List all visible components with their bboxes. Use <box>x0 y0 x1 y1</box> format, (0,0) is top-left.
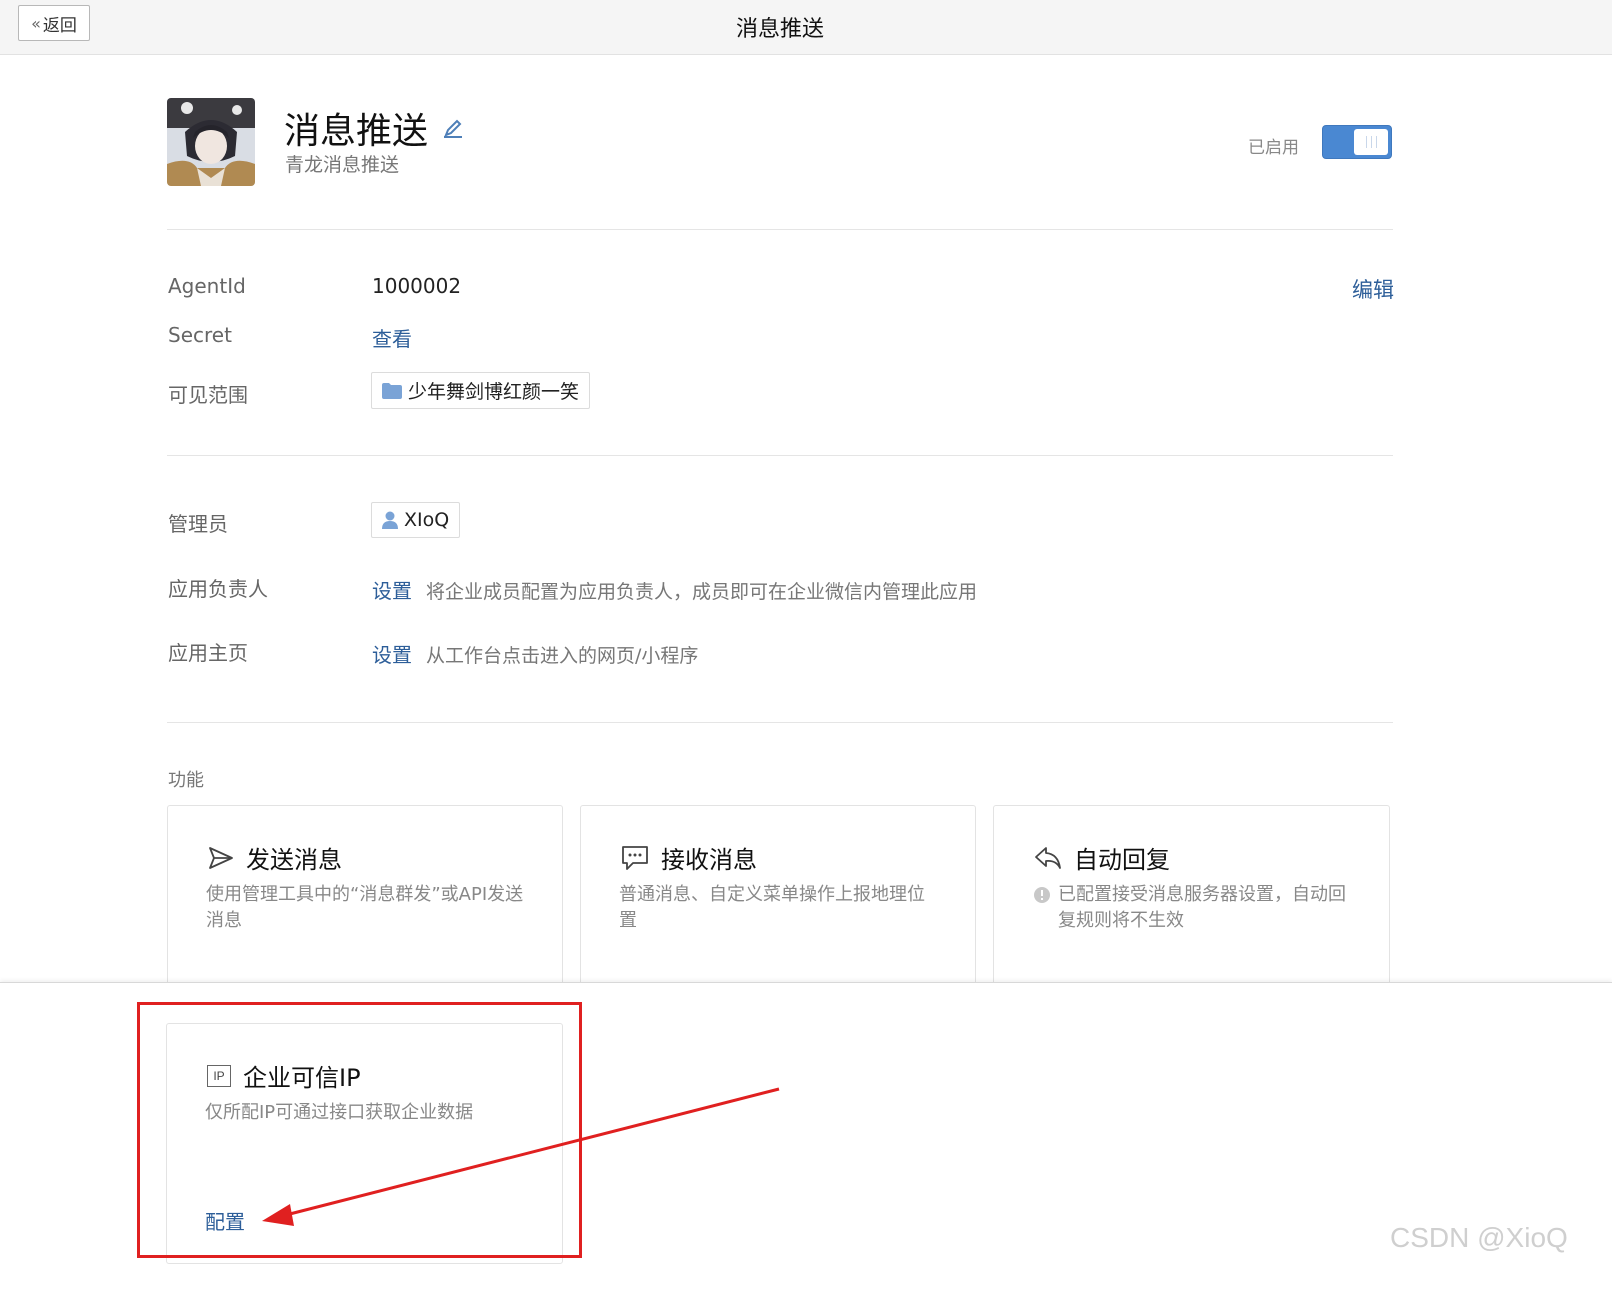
annotation-arrow <box>262 1087 780 1226</box>
watermark: CSDN @XioQ <box>1390 1222 1568 1253</box>
